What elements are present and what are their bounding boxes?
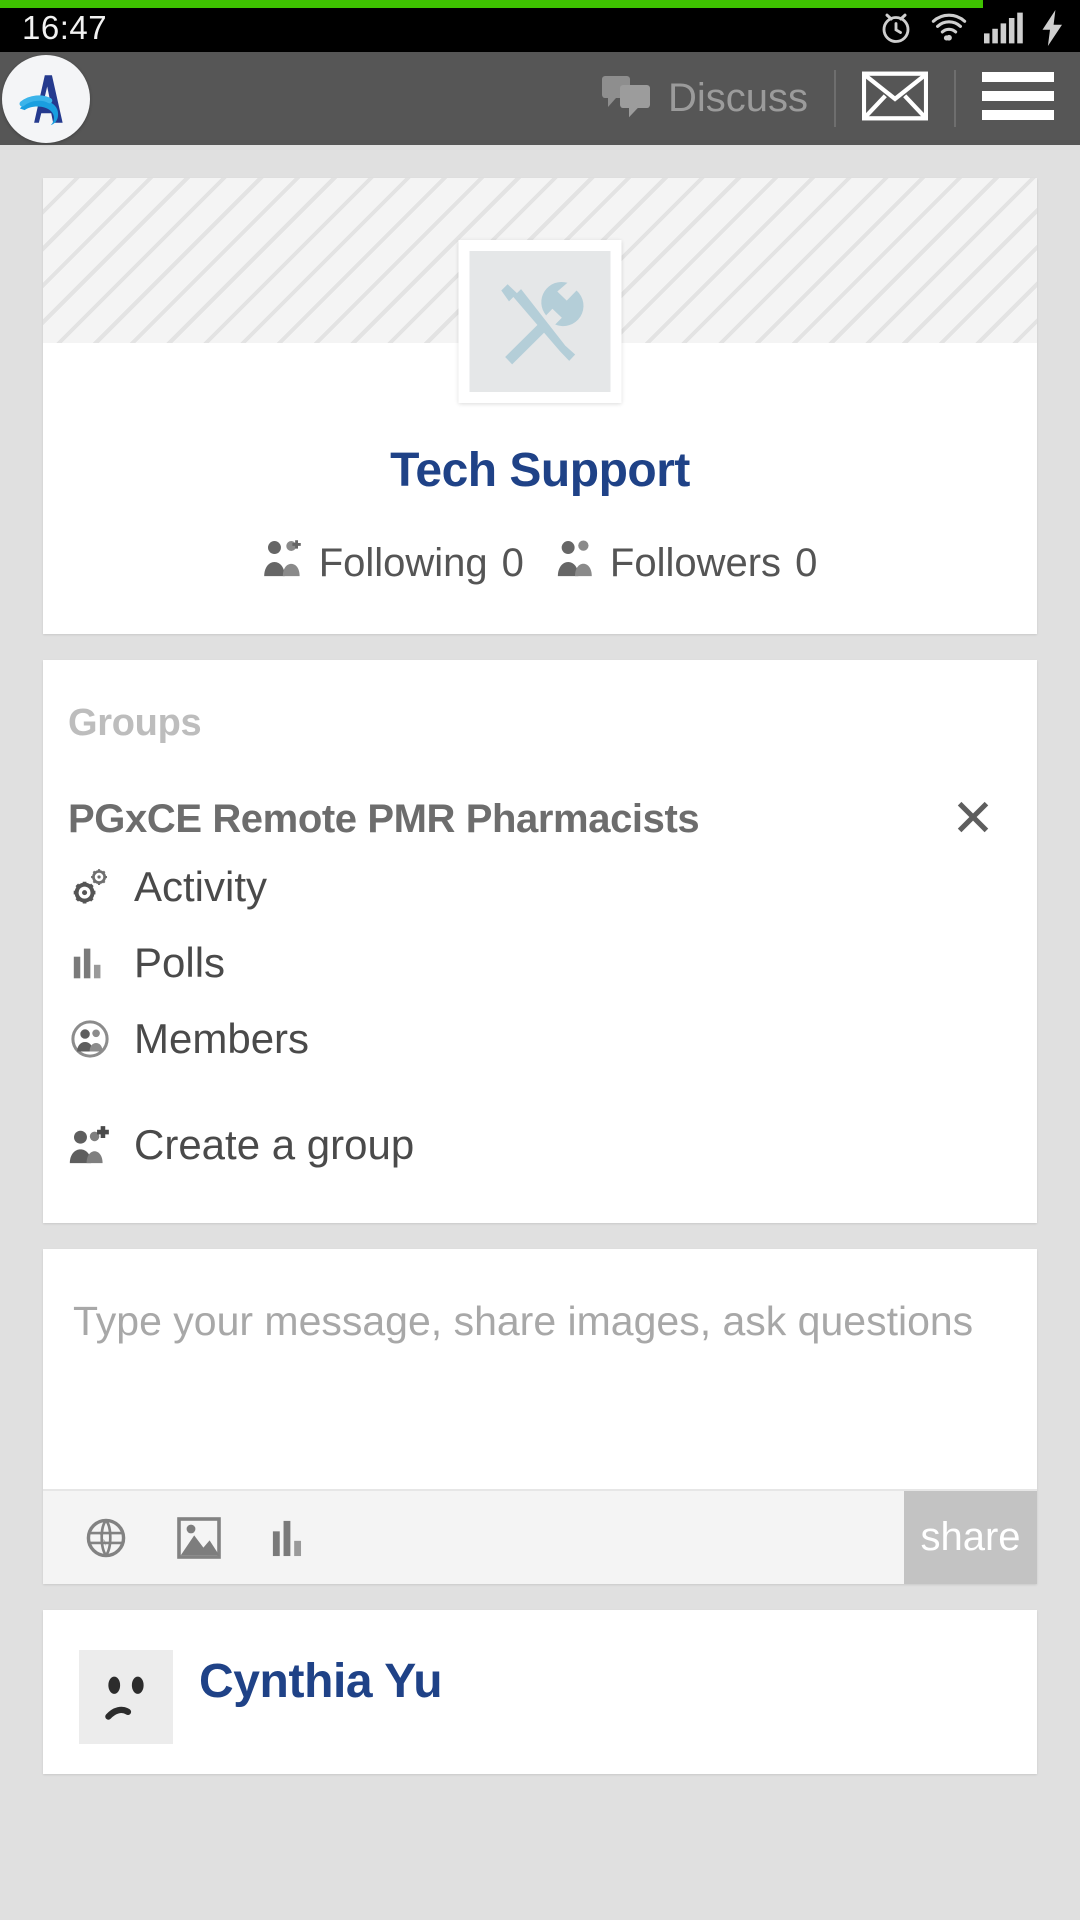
page-load-progress-bar: [0, 0, 1080, 8]
groups-heading: Groups: [68, 702, 202, 744]
chat-bubbles-icon: [601, 72, 654, 125]
share-button[interactable]: share: [904, 1491, 1037, 1584]
create-group-button[interactable]: Create a group: [43, 1107, 1037, 1183]
following-count: 0: [501, 540, 524, 585]
cogs-activity-icon: [68, 868, 112, 906]
following-people-icon: [263, 538, 305, 588]
signal-icon: [984, 11, 1024, 45]
profile-stats-row: Following 0 Followers 0: [43, 538, 1037, 588]
status-bar-icons: [878, 10, 1066, 46]
hamburger-menu-button[interactable]: [956, 52, 1080, 145]
alarm-icon: [878, 10, 914, 46]
status-bar-clock: 16:47: [22, 9, 108, 46]
sidebar-item-label: Activity: [134, 863, 268, 910]
followers-label: Followers: [609, 540, 782, 585]
poll-bar-chart-icon[interactable]: [271, 1518, 309, 1558]
group-header-row: PGxCE Remote PMR Pharmacists ✕: [43, 745, 1037, 849]
discuss-label: Discuss: [667, 76, 808, 120]
user-plus-icon: [68, 1125, 112, 1165]
following-label: Following: [318, 540, 488, 585]
post-author-name[interactable]: Cynthia Yu: [199, 1650, 443, 1709]
globe-privacy-icon[interactable]: [85, 1517, 127, 1559]
hamburger-menu-icon: [982, 68, 1054, 129]
image-attach-icon[interactable]: [177, 1516, 221, 1559]
profile-avatar[interactable]: [458, 240, 622, 403]
message-input[interactable]: Type your message, share images, ask que…: [43, 1249, 1037, 1489]
avatar[interactable]: [79, 1650, 173, 1744]
page-title: Tech Support: [390, 444, 690, 497]
cover-photo-placeholder: [43, 178, 1037, 403]
followers-count: 0: [795, 540, 818, 585]
app-bar-actions: Discuss: [576, 52, 1080, 145]
discuss-button[interactable]: Discuss: [576, 52, 834, 145]
bar-chart-polls-icon: [68, 945, 112, 981]
message-composer-card: Type your message, share images, ask que…: [43, 1249, 1037, 1584]
followers-stat[interactable]: Followers 0: [554, 538, 817, 588]
envelope-icon: [861, 71, 929, 126]
battery-charging-icon: [1040, 10, 1066, 46]
feed-post-card: Cynthia Yu: [43, 1610, 1037, 1774]
following-stat[interactable]: Following 0: [263, 538, 524, 588]
post-header: Cynthia Yu: [43, 1610, 1037, 1774]
profile-card: Tech Support Following 0 Followers 0: [43, 178, 1037, 634]
sidebar-item-polls[interactable]: Polls: [43, 925, 1037, 1001]
app-logo-a-icon[interactable]: [2, 54, 90, 143]
sidebar-item-members[interactable]: Members: [43, 1001, 1037, 1077]
groups-card: Groups PGxCE Remote PMR Pharmacists ✕ Ac…: [43, 660, 1037, 1223]
progress-bar-fill: [0, 0, 983, 8]
close-x-icon[interactable]: ✕: [943, 789, 1003, 849]
group-name: PGxCE Remote PMR Pharmacists: [68, 796, 700, 841]
sidebar-item-label: Members: [134, 1015, 310, 1062]
members-group-circle-icon: [68, 1020, 112, 1058]
followers-people-icon: [554, 538, 596, 588]
sidebar-item-label: Polls: [134, 939, 226, 986]
tools-wrench-screwdriver-icon: [469, 251, 611, 392]
app-header-bar: Discuss: [0, 52, 1080, 145]
page-scroll-container[interactable]: Tech Support Following 0 Followers 0 Gro…: [0, 145, 1080, 1920]
sidebar-item-activity[interactable]: Activity: [43, 849, 1037, 925]
composer-tool-buttons: [43, 1491, 904, 1584]
wifi-icon: [930, 10, 968, 46]
composer-toolbar: share: [43, 1489, 1037, 1584]
messages-button[interactable]: [836, 52, 954, 145]
create-group-label: Create a group: [134, 1121, 415, 1168]
